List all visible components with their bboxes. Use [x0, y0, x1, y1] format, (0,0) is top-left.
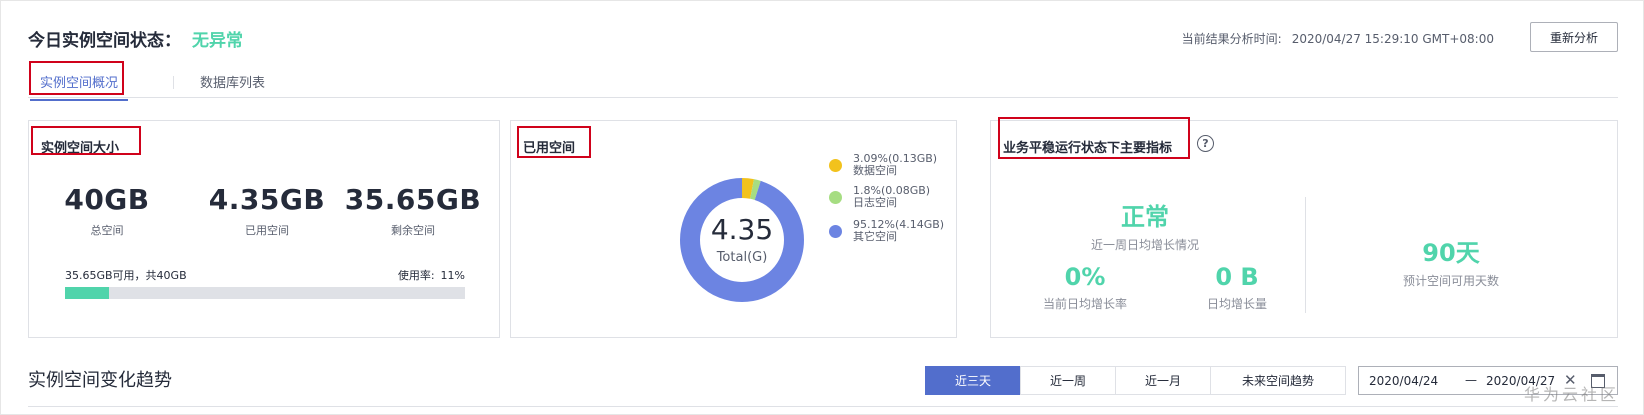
usage-rate-value: 11% — [440, 269, 465, 282]
donut-total-value: 4.35 — [710, 213, 774, 246]
days-available-value: 90天 — [1422, 239, 1480, 267]
legend-dot-log-space — [829, 191, 842, 204]
page-header: 今日实例空间状态： 无异常 当前结果分析时间: 2020/04/27 15:29:… — [28, 22, 1618, 56]
reanalyze-button[interactable]: 重新分析 — [1530, 22, 1618, 52]
period-tabs: 近三天 近一周 近一月 未来空间趋势 — [925, 366, 1346, 395]
metrics-divider — [1305, 197, 1306, 313]
trend-chart-top-border — [28, 406, 1618, 407]
daily-growth-rate-metric: 0% 当前日均增长率 — [1025, 263, 1145, 312]
usage-rate-label: 使用率: — [397, 269, 435, 282]
remaining-space-label: 剩余空间 — [391, 224, 435, 237]
remaining-space-stat: 35.65GB 剩余空间 — [343, 183, 483, 238]
donut-center: 4.35 Total(G) — [679, 177, 805, 303]
used-space-value: 4.35GB — [208, 183, 326, 216]
key-metrics-card: 业务平稳运行状态下主要指标 ? 正常 近一周日均增长情况 0% 当前日均增长率 … — [990, 120, 1618, 338]
weekly-status-value: 正常 — [1121, 203, 1169, 231]
used-space-card: 已用空间 4.35 Total(G) 3.09%(0.13GB) 数据空间 1.… — [510, 120, 957, 338]
daily-growth-amount-metric: 0 B 日均增长量 — [1187, 263, 1287, 312]
usage-progress-fill — [65, 287, 109, 299]
days-available-label: 预计空间可用天数 — [1402, 274, 1499, 288]
card-title-key-metrics: 业务平稳运行状态下主要指标 — [1003, 141, 1173, 156]
usage-rate: 使用率: 11% — [398, 267, 465, 283]
tab-divider — [173, 76, 174, 89]
period-tab-3days[interactable]: 近三天 — [925, 366, 1021, 395]
daily-growth-rate-value: 0% — [1064, 263, 1106, 291]
tab-bar: 实例空间概况 数据库列表 — [28, 66, 1618, 101]
total-space-label: 总空间 — [90, 224, 124, 237]
trend-title: 实例空间变化趋势 — [28, 370, 172, 391]
daily-growth-amount-label: 日均增长量 — [1206, 297, 1267, 311]
date-separator: — — [1465, 373, 1477, 387]
card-title-used-space: 已用空间 — [523, 141, 576, 156]
legend-text-log-space: 1.8%(0.08GB) 日志空间 — [853, 185, 930, 209]
legend-text-other-space: 95.12%(4.14GB) 其它空间 — [853, 219, 944, 243]
total-space-stat: 40GB 总空间 — [37, 183, 177, 238]
used-space-label: 已用空间 — [245, 224, 289, 237]
help-icon[interactable]: ? — [1197, 135, 1214, 152]
legend-label: 数据空间 — [853, 164, 897, 177]
period-tab-1month[interactable]: 近一月 — [1115, 366, 1211, 395]
legend-text-data-space: 3.09%(0.13GB) 数据空间 — [853, 153, 937, 177]
usage-progress-bar — [65, 287, 465, 299]
date-start[interactable]: 2020/04/24 — [1369, 374, 1438, 388]
legend-label: 日志空间 — [853, 196, 897, 209]
status-badge: 无异常 — [192, 31, 243, 51]
weekly-status-metric: 正常 近一周日均增长情况 — [1075, 197, 1215, 253]
available-text: 35.65GB可用，共40GB — [65, 269, 187, 282]
tab-database-list[interactable]: 数据库列表 — [200, 72, 265, 91]
analysis-time: 当前结果分析时间: 2020/04/27 15:29:10 GMT+08:00 — [1182, 30, 1494, 47]
analysis-time-label: 当前结果分析时间: — [1181, 32, 1282, 46]
legend-dot-data-space — [829, 159, 842, 172]
total-space-value: 40GB — [64, 183, 150, 216]
watermark: 华为云社区 — [1524, 385, 1620, 404]
legend-dot-other-space — [829, 225, 842, 238]
page-title: 今日实例空间状态： — [28, 31, 181, 51]
donut-total-label: Total(G) — [716, 250, 768, 265]
daily-growth-rate-label: 当前日均增长率 — [1042, 297, 1127, 311]
period-tab-future-trend[interactable]: 未来空间趋势 — [1210, 366, 1346, 395]
instance-size-card: 实例空间大小 40GB 总空间 4.35GB 已用空间 35.65GB 剩余空间… — [28, 120, 500, 338]
legend-label: 其它空间 — [853, 230, 897, 243]
used-space-stat: 4.35GB 已用空间 — [197, 183, 337, 238]
tab-instance-overview[interactable]: 实例空间概况 — [29, 72, 129, 101]
days-available-metric: 90天 预计空间可用天数 — [1391, 233, 1511, 289]
remaining-space-value: 35.65GB — [344, 183, 482, 216]
analysis-time-value: 2020/04/27 15:29:10 GMT+08:00 — [1291, 32, 1494, 46]
weekly-status-label: 近一周日均增长情况 — [1090, 238, 1199, 252]
daily-growth-amount-value: 0 B — [1215, 263, 1259, 291]
period-tab-1week[interactable]: 近一周 — [1020, 366, 1116, 395]
card-title-instance-size: 实例空间大小 — [41, 141, 120, 156]
